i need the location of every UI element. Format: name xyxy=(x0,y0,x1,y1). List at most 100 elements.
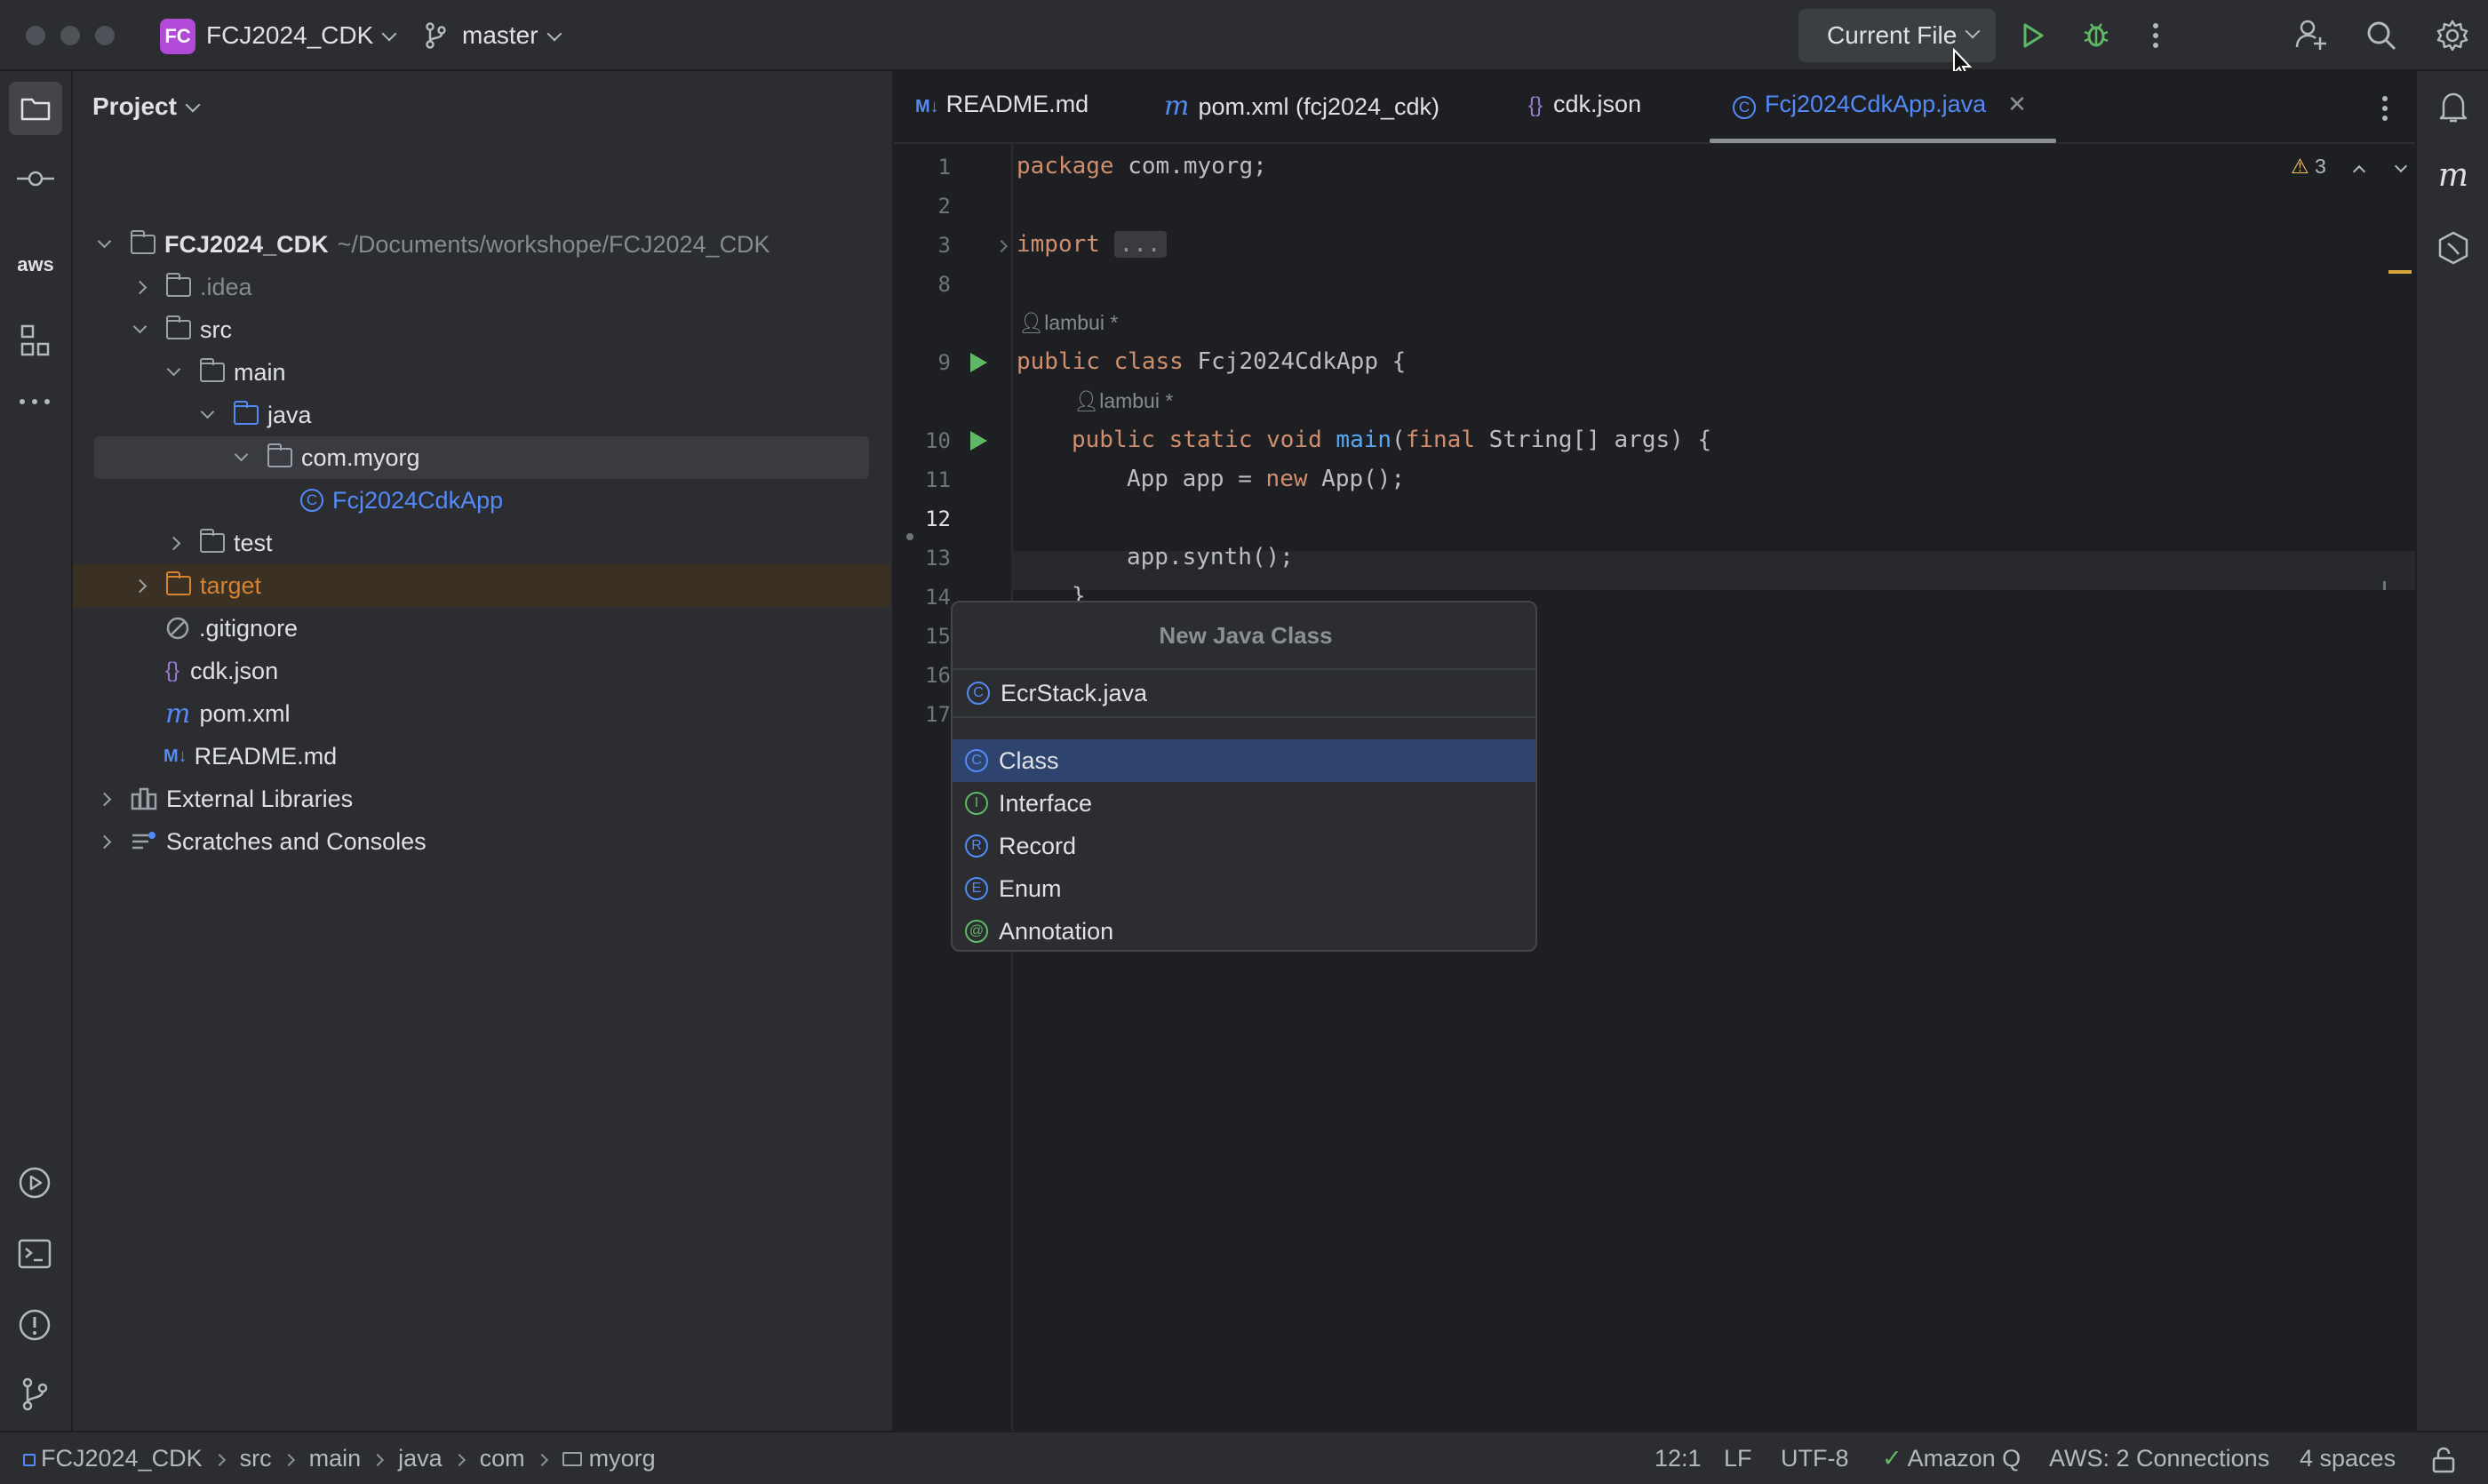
warning-stripe[interactable] xyxy=(2388,270,2412,274)
tree-row-external-libraries[interactable]: External Libraries xyxy=(73,778,890,820)
amazon-q-status[interactable]: ✓ Amazon Q xyxy=(1882,1445,2021,1472)
tree-row-idea[interactable]: .idea xyxy=(73,266,890,308)
file-encoding[interactable]: UTF-8 xyxy=(1781,1445,1849,1472)
breadcrumb-item[interactable]: FCJ2024_CDK xyxy=(41,1445,203,1472)
close-window-button[interactable] xyxy=(26,26,45,45)
tree-row-root[interactable]: FCJ2024_CDK ~/Documents/workshope/FCJ202… xyxy=(73,223,890,266)
tree-row-test[interactable]: test xyxy=(73,522,890,564)
indent-setting[interactable]: 4 spaces xyxy=(2300,1445,2396,1472)
structure-icon[interactable] xyxy=(16,322,53,359)
run-icon[interactable] xyxy=(2017,20,2049,52)
tree-row-com-myorg[interactable]: com.myorg xyxy=(94,436,869,479)
tree-row-main[interactable]: main xyxy=(73,351,890,394)
tree-row-pom[interactable]: m pom.xml xyxy=(73,692,890,735)
code-text: app.synth(); xyxy=(1127,544,1294,570)
tree-row-target[interactable]: target xyxy=(73,564,890,607)
code-text: String[] args) { xyxy=(1474,427,1712,453)
code-line-14[interactable]: } xyxy=(1072,583,1086,602)
more-vertical-icon[interactable] xyxy=(2374,92,2396,124)
line-ending[interactable]: LF xyxy=(1724,1445,1752,1472)
tree-row-readme[interactable]: M↓ README.md xyxy=(73,735,890,778)
aws-toolkit-icon[interactable]: aws xyxy=(12,249,59,281)
terminal-icon[interactable] xyxy=(16,1235,53,1273)
record-icon: R xyxy=(965,834,988,858)
inspection-widget[interactable]: ⚠ 3 xyxy=(2291,155,2407,179)
code-text: App(); xyxy=(1307,466,1406,492)
project-panel-title[interactable]: Project xyxy=(92,92,201,121)
module-folder-icon xyxy=(130,230,156,254)
tree-row-app-class[interactable]: C Fcj2024CdkApp xyxy=(73,479,890,522)
fold-arrow-icon[interactable] xyxy=(994,239,1009,253)
class-icon: C xyxy=(300,489,323,512)
folded-imports[interactable]: ... xyxy=(1113,231,1167,258)
kind-annotation[interactable]: @ Annotation xyxy=(953,910,1535,950)
keyword: public static void xyxy=(1072,427,1322,453)
next-highlight-icon[interactable] xyxy=(2394,159,2407,173)
tab-pom[interactable]: m pom.xml (fcj2024_cdk) xyxy=(1164,91,1439,122)
project-badge[interactable]: FC xyxy=(160,19,195,54)
tree-row-java[interactable]: java xyxy=(73,394,890,436)
run-gutter-icon[interactable] xyxy=(970,353,987,372)
zoom-window-button[interactable] xyxy=(95,26,115,45)
more-vertical-icon[interactable] xyxy=(2140,18,2172,53)
maven-tool-icon[interactable]: m xyxy=(2433,155,2474,195)
tab-readme[interactable]: M↓ README.md xyxy=(915,91,1088,118)
kind-class[interactable]: C Class xyxy=(953,739,1535,782)
line-number: 3 xyxy=(937,233,951,258)
keyword: public class xyxy=(1017,348,1184,375)
search-icon[interactable] xyxy=(2364,18,2399,53)
breadcrumb-item[interactable]: com xyxy=(480,1445,525,1472)
code-text: com.myorg; xyxy=(1113,153,1267,180)
add-user-icon[interactable] xyxy=(2293,16,2330,53)
project-tool-button[interactable] xyxy=(9,82,62,135)
commit-icon[interactable] xyxy=(14,162,57,195)
code-line-9[interactable]: public class Fcj2024CdkApp { xyxy=(1017,348,1406,375)
line-number-current: 12 xyxy=(925,507,951,531)
code-line-13[interactable]: app.synth(); xyxy=(1127,544,1294,570)
popup-title: New Java Class xyxy=(1159,622,1333,649)
kind-enum[interactable]: E Enum xyxy=(953,867,1535,910)
author-hint: 👤︎lambui * xyxy=(1073,389,1173,413)
previous-highlight-icon[interactable] xyxy=(2353,164,2366,179)
breadcrumb: FCJ2024_CDK src main java com myorg xyxy=(23,1445,656,1472)
problems-icon[interactable] xyxy=(16,1306,53,1344)
keyword: new xyxy=(1265,466,1308,492)
tree-row-src[interactable]: src xyxy=(73,308,890,351)
run-gutter-icon[interactable] xyxy=(970,431,987,451)
gear-icon[interactable] xyxy=(2435,18,2470,53)
breadcrumb-item[interactable]: main xyxy=(309,1445,362,1472)
aws-q-icon[interactable] xyxy=(2435,229,2472,267)
kind-interface[interactable]: I Interface xyxy=(953,782,1535,825)
line-number: 10 xyxy=(925,428,951,453)
code-line-10[interactable]: public static void main(final String[] a… xyxy=(1072,427,1711,453)
breadcrumb-item[interactable]: src xyxy=(240,1445,272,1472)
tab-cdk-json[interactable]: {} cdk.json xyxy=(1528,91,1641,118)
tab-fcj2024cdkapp[interactable]: C Fcj2024CdkApp.java ✕ xyxy=(1733,91,2027,119)
breadcrumb-item[interactable]: myorg xyxy=(589,1445,656,1472)
json-file-icon: {} xyxy=(1528,93,1543,117)
tree-label: External Libraries xyxy=(166,785,354,812)
minimize-window-button[interactable] xyxy=(60,26,80,45)
tree-row-cdk-json[interactable]: {} cdk.json xyxy=(73,650,890,692)
notifications-icon[interactable] xyxy=(2435,89,2472,126)
project-switcher[interactable]: FCJ2024_CDK xyxy=(206,21,397,50)
code-line-11[interactable]: App app = new App(); xyxy=(1127,466,1405,492)
code-line-1[interactable]: package com.myorg; xyxy=(1017,153,1267,180)
tree-row-gitignore[interactable]: .gitignore xyxy=(73,607,890,650)
branch-switcher[interactable]: master xyxy=(462,21,562,50)
services-icon[interactable] xyxy=(16,1164,53,1201)
close-tab-icon[interactable]: ✕ xyxy=(2007,91,2027,117)
tree-row-scratches[interactable]: Scratches and Consoles xyxy=(73,820,890,863)
folder-icon xyxy=(199,358,225,382)
cursor-position[interactable]: 12:1 xyxy=(1655,1445,1702,1472)
git-icon[interactable] xyxy=(16,1376,53,1413)
aws-connections[interactable]: AWS: 2 Connections xyxy=(2049,1445,2269,1472)
debug-icon[interactable] xyxy=(2079,18,2113,52)
class-name-input[interactable]: C EcrStack.java xyxy=(953,668,1535,718)
kind-record[interactable]: R Record xyxy=(953,825,1535,867)
code-line-3[interactable]: import ... xyxy=(1017,231,1167,258)
lock-icon[interactable] xyxy=(2428,1445,2460,1475)
change-marker xyxy=(906,533,913,540)
breadcrumb-item[interactable]: java xyxy=(398,1445,443,1472)
more-tools-icon[interactable] xyxy=(16,393,53,411)
